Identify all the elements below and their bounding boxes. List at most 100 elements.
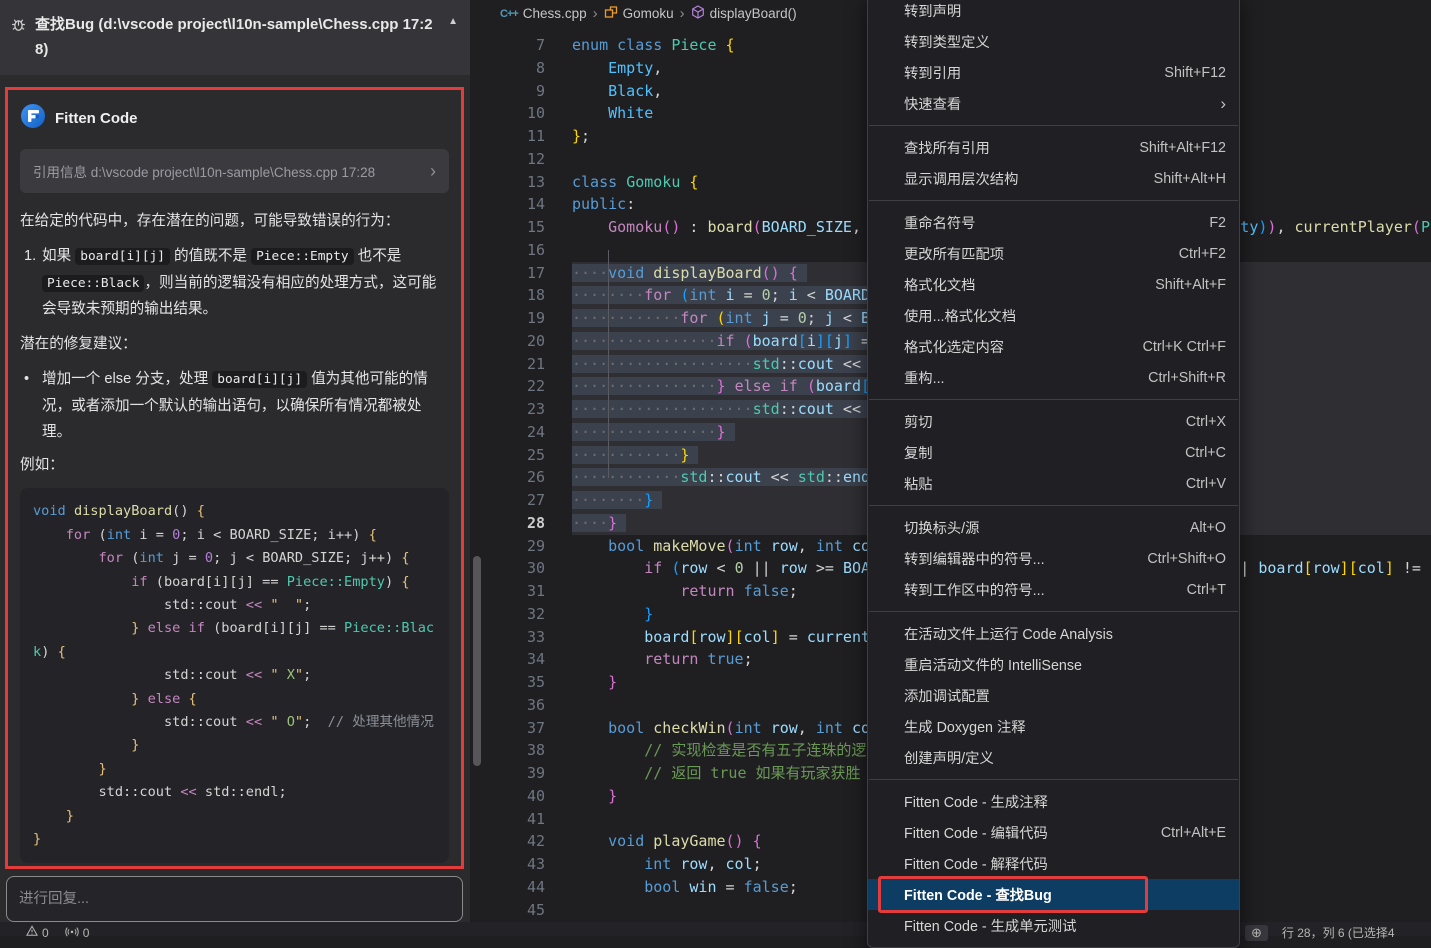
menu-item[interactable]: 重构...Ctrl+Shift+R [868, 362, 1239, 393]
menu-item-label: Fitten Code - 生成单元测试 [904, 915, 1076, 936]
add-feedback-icon[interactable]: ⊕ [1245, 925, 1268, 941]
line-number: 33 [470, 626, 545, 649]
line-number: 10 [470, 102, 545, 125]
menu-item[interactable]: 转到工作区中的符号...Ctrl+T [868, 574, 1239, 605]
breadcrumb-method[interactable]: displayBoard() [691, 5, 797, 22]
reference-label: 引用信息 d:\vscode project\l10n-sample\Chess… [33, 161, 375, 181]
menu-item-label: 创建声明/定义 [904, 747, 994, 768]
menu-item[interactable]: Fitten Code - 编辑代码 Ctrl+Alt+E [868, 817, 1239, 848]
issue-text: 如果 board[i][j] 的值既不是 Piece::Empty 也不是 Pi… [42, 243, 449, 322]
line-number: 39 [470, 762, 545, 785]
line-number: 40 [470, 785, 545, 808]
cursor-position-status[interactable]: 行 28，列 6 (已选择4 [1282, 924, 1395, 941]
menu-item-label: Fitten Code - 编辑代码 [904, 822, 1048, 843]
menu-item[interactable]: 转到编辑器中的符号...Ctrl+Shift+O [868, 543, 1239, 574]
line-number: 8 [470, 57, 545, 80]
bug-icon [10, 16, 27, 63]
chevron-right-icon: › [680, 5, 685, 22]
menu-item-shortcut: Shift+Alt+H [1154, 171, 1226, 187]
menu-item-label: Fitten Code - 生成注释 [904, 791, 1048, 812]
menu-item[interactable]: Fitten Code - 生成注释 [868, 786, 1239, 817]
menu-item-label: 重启活动文件的 IntelliSense [904, 654, 1082, 675]
menu-item-label: 转到工作区中的符号... [904, 579, 1045, 600]
chat-code-line: for (int i = 0; i < BOARD_SIZE; i++) { [33, 524, 436, 547]
menu-item[interactable]: 快速查看› [868, 88, 1239, 119]
menu-item-label: Fitten Code - 查找Bug [904, 884, 1052, 905]
menu-item-label: 查找所有引用 [904, 137, 990, 158]
line-number: 11 [470, 125, 545, 148]
menu-item[interactable]: 添加调试配置 [868, 680, 1239, 711]
collapse-arrow-icon[interactable]: ▲ [448, 16, 458, 27]
method-icon [691, 5, 705, 22]
fitten-code-panel: 查找Bug (d:\vscode project\l10n-sample\Che… [0, 0, 470, 922]
line-number: 13 [470, 171, 545, 194]
list-marker: 1. [20, 243, 42, 322]
menu-item[interactable]: 粘贴Ctrl+V [868, 468, 1239, 499]
menu-item[interactable]: 重启活动文件的 IntelliSense [868, 649, 1239, 680]
menu-item[interactable]: 生成 Doxygen 注释 [868, 711, 1239, 742]
reply-input[interactable] [7, 877, 462, 921]
reference-info[interactable]: 引用信息 d:\vscode project\l10n-sample\Chess… [20, 149, 449, 193]
chat-code-line: void displayBoard() { [33, 500, 436, 523]
line-number: 23 [470, 398, 545, 421]
menu-item-label: 转到编辑器中的符号... [904, 548, 1045, 569]
menu-item[interactable]: 切换标头/源Alt+O [868, 512, 1239, 543]
line-number: 35 [470, 671, 545, 694]
panel-scrollbar[interactable] [473, 556, 481, 766]
menu-item[interactable]: 格式化选定内容Ctrl+K Ctrl+F [868, 331, 1239, 362]
panel-header: 查找Bug (d:\vscode project\l10n-sample\Che… [0, 0, 470, 75]
warning-icon [26, 925, 38, 940]
example-label: 例如： [20, 452, 449, 478]
menu-item-fitten-find-bug[interactable]: Fitten Code - 查找Bug [868, 879, 1239, 910]
panel-title: 查找Bug (d:\vscode project\l10n-sample\Che… [35, 13, 442, 63]
menu-item-label: Fitten Code - 解释代码 [904, 853, 1048, 874]
menu-item-shortcut: Shift+Alt+F12 [1139, 140, 1226, 156]
ports-status[interactable]: 0 [65, 925, 90, 940]
menu-item[interactable]: 显示调用层次结构 Shift+Alt+H [868, 163, 1239, 194]
menu-item-label: 转到引用 [904, 62, 961, 83]
menu-item-shortcut: Alt+O [1190, 520, 1226, 536]
issue-item: 1. 如果 board[i][j] 的值既不是 Piece::Empty 也不是… [20, 243, 449, 322]
chat-code-line: std::cout << std::endl; [33, 781, 436, 804]
breadcrumb-class[interactable]: Gomoku [604, 5, 674, 22]
analysis-intro: 在给定的代码中，存在潜在的问题，可能导致错误的行为： [20, 208, 449, 234]
line-number: 44 [470, 876, 545, 899]
menu-item-label: 转到声明 [904, 0, 961, 21]
menu-item[interactable]: 重命名符号F2 [868, 207, 1239, 238]
fix-text: 增加一个 else 分支，处理 board[i][j] 值为其他可能的情况，或者… [42, 366, 449, 445]
fix-heading: 潜在的修复建议： [20, 331, 449, 357]
chat-code-line: } [33, 758, 436, 781]
chat-code-line: } [33, 828, 436, 851]
line-number: 7 [470, 34, 545, 57]
menu-item-shortcut: Ctrl+Alt+E [1161, 825, 1226, 841]
chat-code-block: void displayBoard() { for (int i = 0; i … [20, 488, 449, 863]
menu-item[interactable]: 使用...格式化文档 [868, 300, 1239, 331]
menu-item[interactable]: 创建声明/定义 [868, 742, 1239, 773]
menu-item[interactable]: 查找所有引用 Shift+Alt+F12 [868, 132, 1239, 163]
menu-item[interactable]: 复制Ctrl+C [868, 437, 1239, 468]
problems-status[interactable]: 0 [26, 925, 49, 940]
menu-item[interactable]: 格式化文档Shift+Alt+F [868, 269, 1239, 300]
menu-item[interactable]: 剪切Ctrl+X [868, 406, 1239, 437]
menu-item[interactable]: 转到引用Shift+F12 [868, 57, 1239, 88]
line-number: 9 [470, 80, 545, 103]
menu-separator [869, 779, 1238, 780]
warning-count: 0 [42, 926, 49, 940]
menu-item-label: 重命名符号 [904, 212, 975, 233]
line-number: 42 [470, 830, 545, 853]
breadcrumb-file[interactable]: C++ Chess.cpp [500, 6, 587, 21]
chevron-right-icon: › [430, 161, 436, 182]
menu-item[interactable]: 转到声明 [868, 0, 1239, 26]
menu-item[interactable]: 在活动文件上运行 Code Analysis [868, 618, 1239, 649]
chat-code-line: std::cout << " X"; [33, 664, 436, 687]
menu-item-label: 添加调试配置 [904, 685, 990, 706]
menu-item[interactable]: Fitten Code - 生成单元测试 [868, 910, 1239, 941]
menu-item-label: 显示调用层次结构 [904, 168, 1018, 189]
menu-item[interactable]: Fitten Code - 解释代码 [868, 848, 1239, 879]
line-number: 28 [470, 512, 545, 535]
line-number: 34 [470, 648, 545, 671]
menu-item-label: 在活动文件上运行 Code Analysis [904, 623, 1113, 644]
menu-item[interactable]: 转到类型定义 [868, 26, 1239, 57]
menu-item[interactable]: 更改所有匹配项Ctrl+F2 [868, 238, 1239, 269]
menu-separator [869, 611, 1238, 612]
